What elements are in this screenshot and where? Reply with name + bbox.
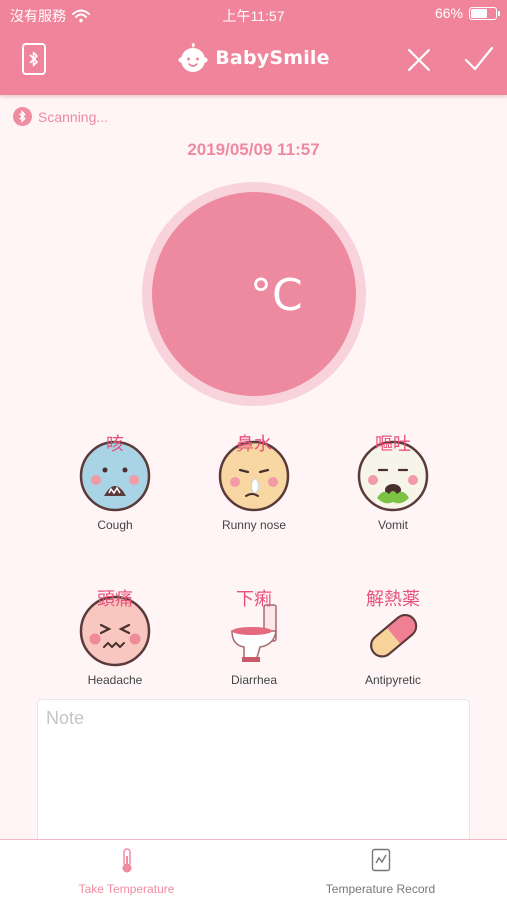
symptom-runny-nose[interactable]: 鼻水 Runny nose	[194, 430, 314, 535]
symptom-label-cn: 頭痛	[97, 589, 133, 609]
baby-face-icon	[178, 43, 208, 72]
battery-icon	[469, 6, 500, 20]
tab-bar: Take Temperature Temperature Record	[0, 839, 507, 900]
bluetooth-status-icon	[13, 107, 32, 126]
symptom-vomit[interactable]: 嘔吐 Vomit	[333, 430, 453, 535]
symptom-label-cn: 下痢	[236, 589, 272, 609]
symptom-label-en: Cough	[97, 518, 133, 532]
status-time: 上午11:57	[222, 8, 285, 24]
symptom-label-en: Runny nose	[221, 518, 287, 532]
symptom-headache[interactable]: 頭痛 Headache	[55, 585, 175, 690]
symptom-label-en: Vomit	[377, 518, 408, 532]
thermometer-icon	[122, 848, 131, 873]
temperature-unit: °C	[250, 270, 303, 321]
symptom-label-en: Headache	[87, 673, 143, 687]
symptom-cough[interactable]: 咳 Cough	[55, 430, 175, 535]
battery-percent: 66%	[434, 5, 463, 21]
symptom-label-en: Diarrhea	[230, 673, 278, 687]
tab-temperature-record[interactable]: Temperature Record	[254, 840, 507, 900]
symptom-label-cn: 解熱薬	[366, 589, 420, 609]
symptom-diarrhea[interactable]: 下痢 Diarrhea	[194, 585, 314, 690]
tab-take-temperature[interactable]: Take Temperature	[0, 840, 253, 900]
symptom-label-en: Antipyretic	[364, 673, 422, 687]
reading-datetime: 2019/05/09 11:57	[187, 140, 320, 159]
note-input[interactable]	[38, 700, 469, 848]
check-icon[interactable]	[464, 45, 494, 73]
symptom-label-cn: 嘔吐	[375, 434, 411, 454]
symptom-antipyretic[interactable]: 解熱薬 Antipyretic	[333, 585, 453, 690]
scan-status-text: Scanning...	[38, 108, 109, 125]
tab-label: Temperature Record	[325, 882, 436, 896]
close-icon[interactable]	[406, 47, 432, 73]
status-bar: 沒有服務 上午11:57 66%	[0, 0, 507, 28]
scan-status: Scanning...	[13, 107, 108, 126]
brand-name: BabySmile	[215, 47, 330, 69]
symptom-label-cn: 鼻水	[236, 434, 272, 454]
top-bar: 沒有服務 上午11:57 66% BabySmile	[0, 0, 507, 95]
nav-bar: BabySmile	[0, 28, 507, 95]
battery-info: 66%	[434, 5, 500, 21]
symptom-label-cn: 咳	[106, 434, 124, 454]
note-box	[37, 699, 470, 849]
chart-record-icon	[371, 848, 390, 872]
tab-label: Take Temperature	[78, 882, 175, 896]
